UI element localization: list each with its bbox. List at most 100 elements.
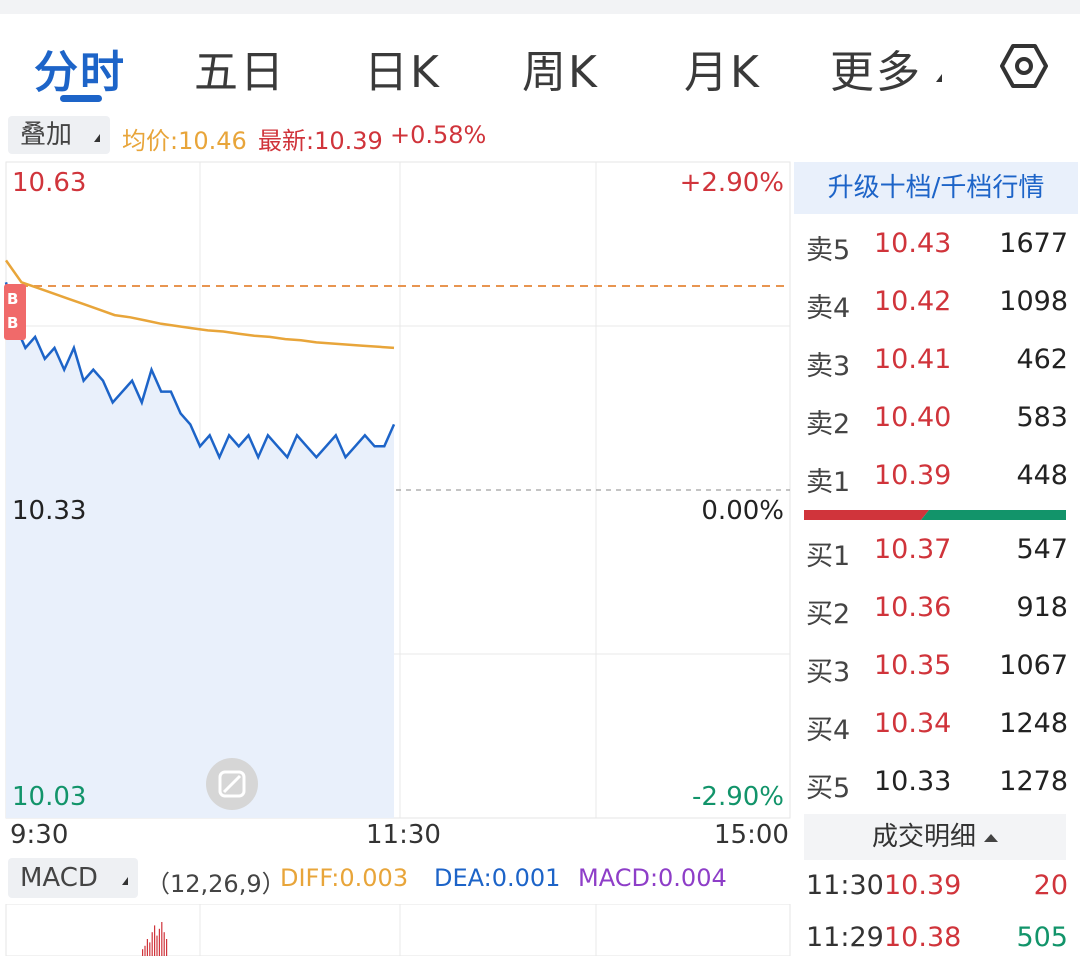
trade-row[interactable]: 11:29 10.38 505 [806,922,1068,962]
ask-row[interactable]: 卖5 10.43 1677 [806,228,1068,268]
ask-price: 10.43 [874,228,952,259]
ask-level-label: 卖3 [806,351,851,382]
watermark-icon [206,758,258,810]
trade-detail-header[interactable]: 成交明细 [804,814,1066,860]
macd-bar [144,945,146,956]
ask-price: 10.39 [874,460,952,491]
ask-level-label: 卖4 [806,293,851,324]
more-dropdown-icon[interactable] [936,74,942,82]
time-mid-label: 11:30 [366,820,441,850]
trade-volume: 20 [1033,870,1068,901]
bid-level-label: 买5 [806,773,851,804]
bid-level-label: 买3 [806,657,851,688]
macd-dea: DEA:0.001 [434,864,561,892]
ratio-sell-part [804,510,929,520]
macd-bar [158,928,160,956]
trade-volume: 505 [1016,922,1068,953]
buy-sell-ratio-bar [804,510,1066,520]
top-strip [0,0,1080,14]
bid-price: 10.34 [874,708,952,739]
macd-bar [142,949,144,956]
tab-more[interactable]: 更多 [830,36,922,100]
trade-price: 10.39 [884,870,962,901]
active-tab-indicator [60,95,102,102]
macd-params: （12,26,9） [146,870,286,898]
bid-price: 10.37 [874,534,952,565]
ask-volume: 583 [1016,402,1068,433]
ask-level-label: 卖5 [806,235,851,266]
bid-level-label: 买1 [806,541,851,572]
upgrade-depth-button[interactable]: 升级十档/千档行情 [794,162,1078,214]
bid-volume: 1278 [999,766,1068,797]
ask-row[interactable]: 卖4 10.42 1098 [806,286,1068,326]
bid-price: 10.36 [874,592,952,623]
bid-volume: 547 [1016,534,1068,565]
macd-bar [151,932,153,956]
price-high-label: 10.63 [12,168,87,198]
tab-five-day[interactable]: 五日 [194,36,286,100]
price-mid-label: 10.33 [12,496,87,526]
overlay-dropdown-icon [94,134,100,142]
buy-badge-2: B [7,314,18,332]
ask-volume: 462 [1016,344,1068,375]
ask-volume: 448 [1016,460,1068,491]
trade-price: 10.38 [884,922,962,953]
macd-bar [149,942,151,956]
ask-volume: 1098 [999,286,1068,317]
macd-label: MACD [20,863,98,893]
avg-price-legend: 均价:10.46 [122,127,247,155]
ask-level-label: 卖2 [806,409,851,440]
bid-volume: 918 [1016,592,1068,623]
bid-row[interactable]: 买2 10.36 918 [806,592,1068,632]
tab-monthly-k[interactable]: 月K [684,36,761,100]
trade-time: 11:29 [806,922,884,953]
pct-low-label: -2.90% [692,782,784,812]
tab-weekly-k[interactable]: 周K [522,36,599,100]
buy-badge-1: B [7,290,18,308]
trade-row[interactable]: 11:30 10.39 20 [806,870,1068,910]
pct-mid-label: 0.00% [701,496,784,526]
trade-detail-title: 成交明细 [871,822,976,852]
macd-indicator-button[interactable]: MACD [8,858,138,898]
bid-row[interactable]: 买3 10.35 1067 [806,650,1068,690]
bid-price: 10.35 [874,650,952,681]
bid-level-label: 买2 [806,599,851,630]
buy-marker-badges: B B [4,284,26,340]
ask-price: 10.41 [874,344,952,375]
tab-daily-k[interactable]: 日K [364,36,441,100]
macd-bar [161,922,163,956]
ask-level-label: 卖1 [806,467,851,498]
tab-intraday[interactable]: 分时 [34,36,126,100]
bid-row[interactable]: 买4 10.34 1248 [806,708,1068,748]
ask-row[interactable]: 卖3 10.41 462 [806,344,1068,384]
bid-level-label: 买4 [806,715,851,746]
bid-row[interactable]: 买5 10.33 1278 [806,766,1068,806]
ask-row[interactable]: 卖2 10.40 583 [806,402,1068,442]
macd-bar [166,939,168,956]
trade-time: 11:30 [806,870,884,901]
macd-chart[interactable] [0,904,792,956]
bid-volume: 1248 [999,708,1068,739]
macd-bar [156,935,158,956]
bid-price: 10.33 [874,766,952,797]
time-start-label: 9:30 [10,820,69,850]
ratio-buy-part [921,510,1066,520]
macd-value: MACD:0.004 [578,864,727,892]
collapse-arrow-icon [984,833,998,842]
price-low-label: 10.03 [12,782,87,812]
ask-price: 10.40 [874,402,952,433]
macd-bar [146,939,148,956]
settings-hexagon-icon[interactable] [1000,42,1048,90]
intraday-chart[interactable]: B B [0,160,792,820]
bid-row[interactable]: 买1 10.37 547 [806,534,1068,574]
macd-histogram [142,922,168,956]
macd-bar [163,932,165,956]
change-percent-legend: +0.58% [390,121,487,149]
ask-volume: 1677 [999,228,1068,259]
bid-volume: 1067 [999,650,1068,681]
ask-row[interactable]: 卖1 10.39 448 [806,460,1068,500]
ask-price: 10.42 [874,286,952,317]
macd-bar [154,925,156,956]
overlay-button[interactable]: 叠加 [8,116,110,154]
pct-high-label: +2.90% [679,168,784,198]
